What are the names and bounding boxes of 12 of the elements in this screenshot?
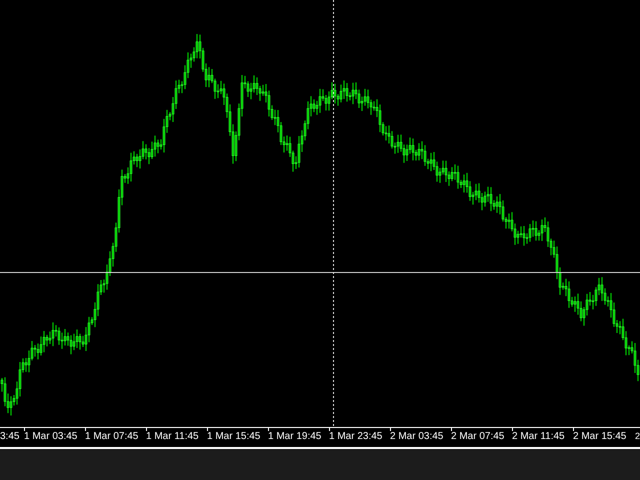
time-label: 2 Mar 11:45 bbox=[512, 430, 566, 442]
time-label: 1 Mar 03:45 bbox=[24, 430, 78, 442]
time-label: 1 Mar 11:45 bbox=[146, 430, 200, 442]
time-label: 2 Mar 07:45 bbox=[451, 430, 506, 442]
time-label: 1 Mar 23:45 bbox=[329, 430, 384, 442]
time-label: 2 Mar 03:45 bbox=[390, 430, 444, 442]
time-label: 2 Mar 15:45 bbox=[573, 430, 628, 442]
time-label: 1 Mar 19:45 bbox=[268, 430, 322, 442]
time-label: 1 Mar 15:45 bbox=[207, 430, 262, 442]
time-label: 3:45 bbox=[0, 430, 20, 442]
time-label: 1 Mar 07:45 bbox=[85, 430, 140, 442]
time-label: 2 bbox=[634, 430, 640, 441]
